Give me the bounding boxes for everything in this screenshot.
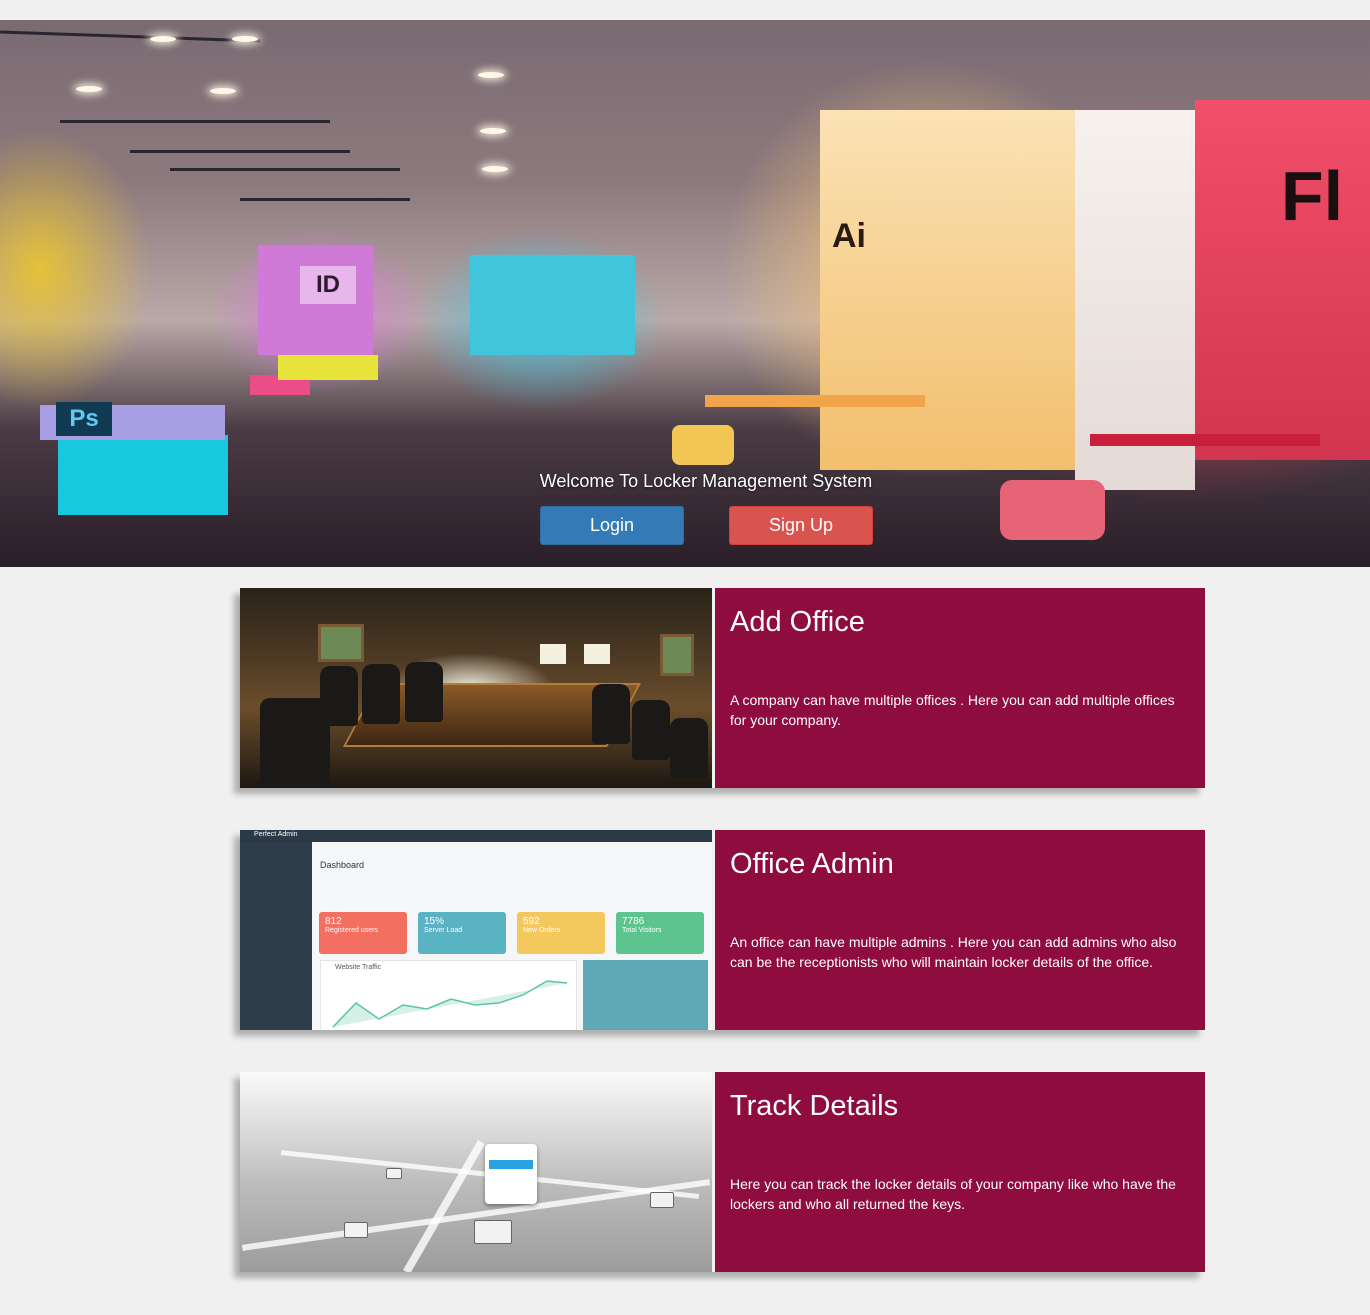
stat-tile: 15% Server Load <box>418 912 506 954</box>
dashboard-brand: Perfect Admin <box>254 831 298 838</box>
truck-icon <box>474 1220 512 1244</box>
cyan-wall <box>470 255 635 355</box>
illustrator-logo: Ai <box>832 216 866 255</box>
orange-desk <box>705 395 925 407</box>
ceiling-rail <box>130 150 350 153</box>
chair <box>362 664 400 724</box>
ceiling-rail <box>240 198 410 201</box>
card-divider <box>712 830 715 1030</box>
ceiling-light <box>76 86 102 92</box>
card-add-office: Add Office A company can have multiple o… <box>240 588 1205 788</box>
white-wall <box>1075 110 1195 490</box>
card-description: A company can have multiple offices . He… <box>730 692 1175 728</box>
truck-icon <box>344 1222 368 1238</box>
yellow-wall <box>820 110 1075 470</box>
ceiling-light <box>480 128 506 134</box>
stat-label: New Orders <box>523 927 561 934</box>
card-title: Add Office <box>730 606 865 638</box>
ceiling-light <box>150 36 176 42</box>
yellow-cubes <box>278 355 378 380</box>
stat-tile: 7786 Total Visitors <box>616 912 704 954</box>
wall-painting <box>660 634 694 676</box>
truck-icon <box>386 1168 402 1179</box>
ceiling-rail <box>0 30 260 43</box>
indesign-logo: ID <box>300 266 356 304</box>
card-track-details: Track Details Here you can track the loc… <box>240 1072 1205 1272</box>
stat-value: 812 <box>325 916 342 927</box>
stat-tile: 812 Registered users <box>319 912 407 954</box>
ceiling-light <box>210 88 236 94</box>
card-title: Office Admin <box>730 848 894 880</box>
chair <box>632 700 670 760</box>
hero-title: Welcome To Locker Management System <box>539 471 873 491</box>
traffic-chart: Website Traffic <box>320 960 577 1030</box>
map-tracking-image <box>240 1072 712 1272</box>
card-description: An office can have multiple admins . Her… <box>730 934 1177 970</box>
yellow-pouf <box>672 425 734 465</box>
signup-button[interactable]: Sign Up <box>729 506 873 545</box>
login-button[interactable]: Login <box>540 506 684 545</box>
chair <box>405 662 443 722</box>
stat-tile: 592 New Orders <box>517 912 605 954</box>
wall-screen <box>540 644 566 664</box>
dashboard-sidebar <box>240 842 312 1030</box>
card-description: Here you can track the locker details of… <box>730 1176 1176 1212</box>
card-divider <box>712 1072 715 1272</box>
card-office-admin: Perfect Admin Dashboard 812 Registered u… <box>240 830 1205 1030</box>
hero-banner: Ps ID Ai Fl Welcome To Locker Management… <box>0 20 1370 567</box>
chair <box>670 718 708 778</box>
map-road <box>403 1140 485 1272</box>
balance-panel <box>583 960 708 1030</box>
chair <box>592 684 630 744</box>
wall-screen <box>584 644 610 664</box>
conference-room-image <box>240 588 712 788</box>
pin-highlight <box>489 1160 533 1169</box>
ceiling-rail <box>60 120 330 123</box>
ceiling-light <box>482 166 508 172</box>
stat-label: Registered users <box>325 927 378 934</box>
chair <box>320 666 358 726</box>
wall-painting <box>318 624 364 662</box>
dashboard-heading: Dashboard <box>320 860 365 870</box>
traffic-line <box>332 980 568 1028</box>
stat-value: 7786 <box>622 916 645 927</box>
stat-value: 15% <box>424 916 445 927</box>
dashboard-topbar: Perfect Admin <box>240 830 712 842</box>
photoshop-logo: Ps <box>56 402 112 436</box>
location-pin-card <box>485 1144 537 1204</box>
dashboard-preview-image: Perfect Admin Dashboard 812 Registered u… <box>240 830 712 1030</box>
stat-label: Server Load <box>424 927 463 934</box>
flash-logo: Fl <box>1280 157 1344 235</box>
ceiling-rail <box>170 168 400 171</box>
ceiling-light <box>232 36 258 42</box>
ceiling-light <box>478 72 504 78</box>
stat-value: 592 <box>523 916 540 927</box>
red-desk <box>1090 434 1320 446</box>
stat-label: Total Visitors <box>622 927 662 934</box>
card-divider <box>712 588 715 788</box>
card-title: Track Details <box>730 1090 899 1122</box>
truck-icon <box>650 1192 674 1208</box>
